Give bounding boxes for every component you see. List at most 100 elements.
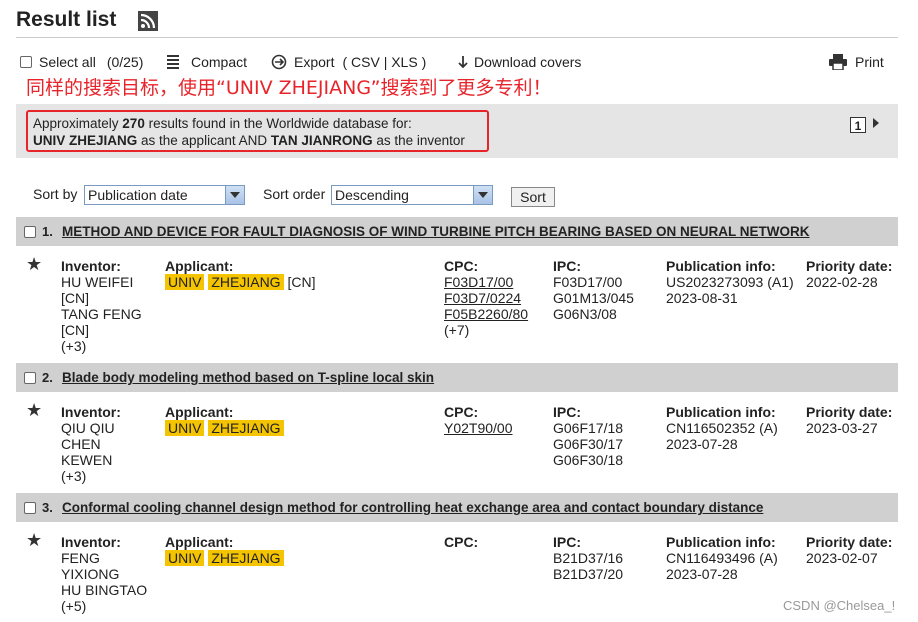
result-title-link[interactable]: METHOD AND DEVICE FOR FAULT DIAGNOSIS OF… <box>62 224 810 239</box>
cpc-block: CPC: Y02T90/00 <box>444 404 513 436</box>
pub-block: Publication info: CN116502352 (A) 2023-0… <box>666 404 778 452</box>
pub-number: US2023273093 (A1) <box>666 274 794 290</box>
page-title: Result list <box>16 8 117 31</box>
inventor-label: Inventor: <box>61 404 121 420</box>
download-covers-button[interactable]: Download covers <box>457 54 581 70</box>
ipc-code: G06F30/18 <box>553 452 624 468</box>
pub-date: 2023-07-28 <box>666 436 738 452</box>
result-count: 270 <box>122 116 145 131</box>
compact-label: Compact <box>191 54 248 70</box>
pub-date: 2023-07-28 <box>666 566 738 582</box>
applicant-highlight: ZHEJIANG <box>208 550 284 566</box>
inventor-more[interactable]: (+3) <box>61 468 121 484</box>
ipc-block: IPC: F03D17/00 G01M13/045 G06N3/08 <box>553 258 634 322</box>
print-button[interactable]: Print <box>829 54 884 70</box>
ipc-code: G06F30/17 <box>553 436 624 452</box>
ipc-code: G01M13/045 <box>553 290 634 306</box>
star-icon[interactable]: ★ <box>26 254 42 275</box>
priority-label: Priority date: <box>806 258 893 274</box>
ipc-code: G06N3/08 <box>553 306 617 322</box>
sort-order-label: Sort order <box>263 186 326 202</box>
current-page[interactable]: 1 <box>850 117 866 133</box>
result-number: 3. <box>42 500 53 515</box>
cpc-link[interactable]: Y02T90/00 <box>444 420 513 436</box>
ipc-label: IPC: <box>553 404 581 420</box>
pub-block: Publication info: US2023273093 (A1) 2023… <box>666 258 794 306</box>
watermark: CSDN @Chelsea_! <box>783 598 896 613</box>
annotation-text: 同样的搜索目标，使用“UNIV ZHEJIANG”搜索到了更多专利！ <box>26 77 552 99</box>
sort-by-select[interactable]: Publication date <box>84 185 245 205</box>
summary-line-1: Approximately 270 results found in the W… <box>33 115 487 132</box>
star-icon[interactable]: ★ <box>26 530 42 551</box>
priority-label: Priority date: <box>806 404 893 420</box>
inventor-more[interactable]: (+5) <box>61 598 147 614</box>
applicant-block: Applicant: UNIV ZHEJIANG [CN] <box>165 258 315 290</box>
header-divider <box>16 37 898 38</box>
applicant-highlight: UNIV <box>165 550 205 566</box>
export-icon <box>271 54 287 70</box>
cpc-block: CPC: <box>444 534 478 550</box>
ipc-label: IPC: <box>553 258 581 274</box>
inventor-name: QIU QIU <box>61 420 115 436</box>
export-formats[interactable]: ( CSV | XLS ) <box>342 54 426 70</box>
pub-label: Publication info: <box>666 404 776 420</box>
select-all-control[interactable]: Select all (0/25) <box>20 54 143 70</box>
results-summary: Approximately 270 results found in the W… <box>26 110 489 152</box>
summary-line-2: UNIV ZHEJIANG as the applicant AND TAN J… <box>33 132 487 149</box>
inventor-block: Inventor: QIU QIU CHEN KEWEN (+3) <box>61 404 121 484</box>
cpc-link[interactable]: F05B2260/80 <box>444 306 528 322</box>
export-label: Export <box>294 54 335 70</box>
chevron-down-icon <box>225 186 244 204</box>
sort-button[interactable]: Sort <box>511 187 555 207</box>
pub-number: CN116493496 (A) <box>666 550 778 566</box>
chevron-down-icon <box>473 186 492 204</box>
result-title-link[interactable]: Blade body modeling method based on T-sp… <box>62 370 434 385</box>
applicant-highlight: UNIV <box>165 420 205 436</box>
inventor-block: Inventor: HU WEIFEI [CN] TANG FENG [CN] … <box>61 258 142 354</box>
sort-order-select[interactable]: Descending <box>331 185 493 205</box>
next-page-arrow-icon[interactable] <box>873 118 879 128</box>
inventor-label: Inventor: <box>61 534 121 550</box>
select-all-checkbox[interactable] <box>20 56 32 68</box>
query-applicant: UNIV ZHEJIANG <box>33 133 138 148</box>
applicant-label: Applicant: <box>165 534 234 550</box>
compact-button[interactable]: Compact <box>167 54 247 70</box>
result-checkbox[interactable] <box>24 372 36 384</box>
result-number: 2. <box>42 370 53 385</box>
summary-mid: as the applicant AND <box>137 133 271 148</box>
result-row-3-header: 3. Conformal cooling channel design meth… <box>16 493 898 522</box>
export-button[interactable]: Export ( CSV | XLS ) <box>271 54 426 70</box>
priority-block: Priority date: 2022-02-28 <box>806 258 892 290</box>
ipc-label: IPC: <box>553 534 581 550</box>
cpc-label: CPC: <box>444 258 479 274</box>
ipc-block: IPC: B21D37/16 B21D37/20 <box>553 534 623 582</box>
result-checkbox[interactable] <box>24 502 36 514</box>
cpc-more[interactable]: (+7) <box>444 322 528 338</box>
star-icon[interactable]: ★ <box>26 400 42 421</box>
query-inventor: TAN JIANRONG <box>270 133 373 148</box>
inventor-name: TANG FENG <box>61 306 142 322</box>
applicant-label: Applicant: <box>165 258 234 274</box>
rss-icon[interactable] <box>138 11 158 31</box>
priority-block: Priority date: 2023-02-07 <box>806 534 892 566</box>
inventor-country: [CN] <box>61 322 89 338</box>
result-title-link[interactable]: Conformal cooling channel design method … <box>62 500 763 515</box>
sort-by-label: Sort by <box>33 186 78 202</box>
pub-date: 2023-08-31 <box>666 290 738 306</box>
priority-date: 2023-03-27 <box>806 420 878 436</box>
cpc-block: CPC: F03D17/00 F03D7/0224 F05B2260/80 (+… <box>444 258 528 338</box>
result-number: 1. <box>42 224 53 239</box>
pub-label: Publication info: <box>666 258 776 274</box>
result-checkbox[interactable] <box>24 226 36 238</box>
ipc-block: IPC: G06F17/18 G06F30/17 G06F30/18 <box>553 404 623 468</box>
printer-icon <box>829 54 847 70</box>
inventor-block: Inventor: FENG YIXIONG HU BINGTAO (+5) <box>61 534 147 614</box>
cpc-link[interactable]: F03D17/00 <box>444 274 528 290</box>
inventor-name: YIXIONG <box>61 566 120 582</box>
cpc-link[interactable]: F03D7/0224 <box>444 290 528 306</box>
select-all-label: Select all <box>39 54 96 70</box>
result-row-2-header: 2. Blade body modeling method based on T… <box>16 363 898 392</box>
priority-date: 2022-02-28 <box>806 274 878 290</box>
cpc-label: CPC: <box>444 534 479 550</box>
inventor-more[interactable]: (+3) <box>61 338 142 354</box>
